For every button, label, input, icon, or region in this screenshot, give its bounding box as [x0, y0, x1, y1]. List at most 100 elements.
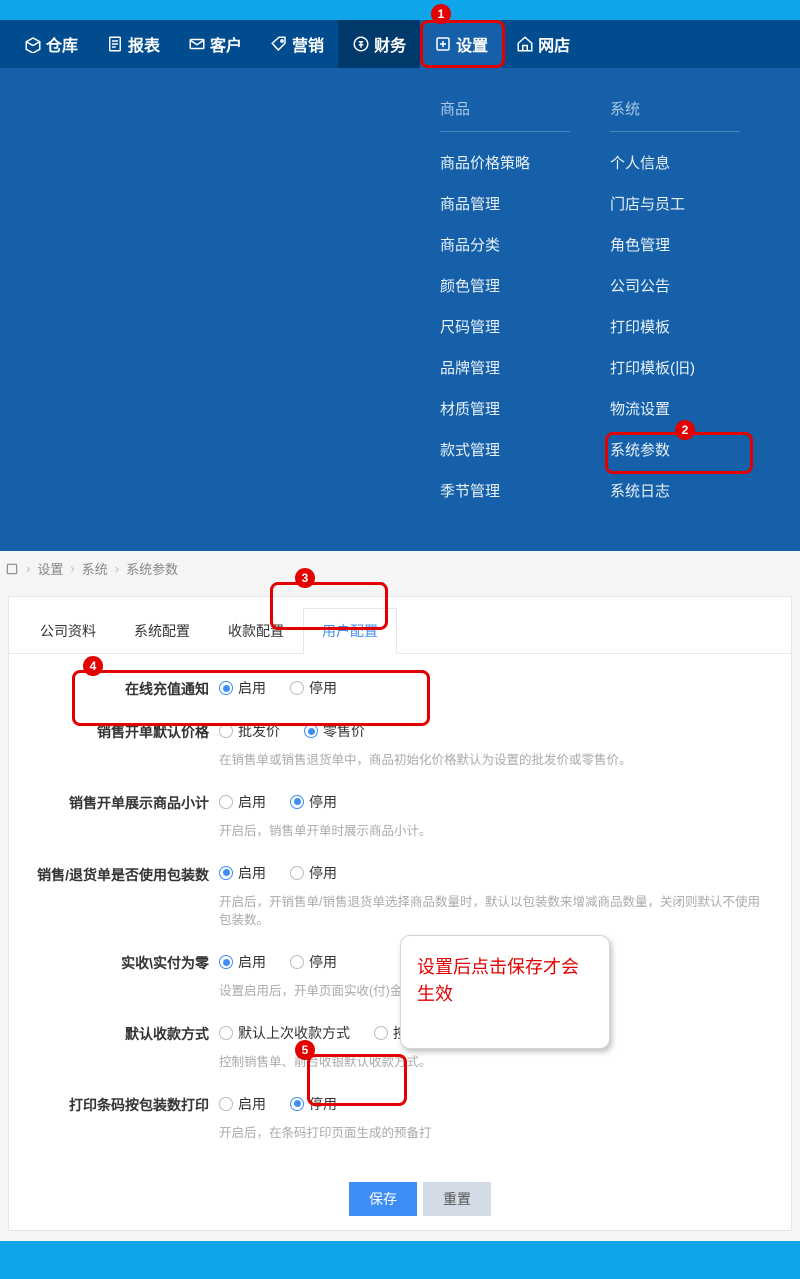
breadcrumb-item[interactable]: 系统 [82, 559, 108, 578]
radio-disable[interactable]: 停用 [290, 863, 337, 883]
nav-marketing[interactable]: 营销 [256, 20, 338, 68]
radio-icon [219, 1026, 233, 1040]
mega-item[interactable]: 打印模板 [610, 316, 780, 337]
radio-label: 启用 [238, 792, 266, 812]
radio-icon [219, 795, 233, 809]
radio-icon [290, 866, 304, 880]
mega-item[interactable]: 季节管理 [440, 480, 610, 501]
reset-button[interactable]: 重置 [423, 1182, 491, 1216]
cube-icon [24, 35, 42, 53]
radio-enable[interactable]: 启用 [219, 1094, 266, 1114]
radio-disable[interactable]: 停用 [290, 792, 337, 812]
radio-icon [290, 1097, 304, 1111]
radio-label: 停用 [309, 1094, 337, 1114]
radio-wholesale[interactable]: 批发价 [219, 721, 280, 741]
mega-item[interactable]: 商品价格策略 [440, 152, 610, 173]
mega-item[interactable]: 角色管理 [610, 234, 780, 255]
row-hint: 在销售单或销售退货单中，商品初始化价格默认为设置的批发价或零售价。 [219, 751, 771, 770]
row-hint: 开启后，在条码打印页面生成的预备打 [219, 1124, 771, 1143]
nav-label: 财务 [374, 32, 406, 56]
radio-disable[interactable]: 停用 [290, 1094, 337, 1114]
row-recharge-notify: 在线充值通知 启用 停用 [29, 678, 771, 699]
radio-disable[interactable]: 停用 [290, 678, 337, 698]
nav-label: 网店 [538, 32, 570, 56]
document-icon [106, 35, 124, 53]
mega-item[interactable]: 尺码管理 [440, 316, 610, 337]
tab-bar: 公司资料 系统配置 收款配置 用户配置 [9, 597, 791, 654]
mega-item[interactable]: 物流设置 [610, 398, 780, 419]
save-button[interactable]: 保存 [349, 1182, 417, 1216]
radio-enable[interactable]: 启用 [219, 678, 266, 698]
row-barcode-package: 打印条码按包装数打印 启用 停用 开启后，在条码打印页面生成的预备打 [29, 1094, 771, 1143]
radio-icon [290, 795, 304, 809]
mega-col-goods: 商品 商品价格策略 商品管理 商品分类 颜色管理 尺码管理 品牌管理 材质管理 … [440, 98, 610, 521]
mega-item[interactable]: 打印模板(旧) [610, 357, 780, 378]
radio-icon [219, 955, 233, 969]
mega-item[interactable]: 商品管理 [440, 193, 610, 214]
radio-icon [290, 955, 304, 969]
radio-last-payment[interactable]: 默认上次收款方式 [219, 1023, 350, 1043]
tab-company[interactable]: 公司资料 [21, 608, 115, 654]
radio-icon [304, 724, 318, 738]
radio-label: 启用 [238, 1094, 266, 1114]
main-nav: 仓库 报表 客户 营销 财务 [0, 20, 800, 68]
tab-payment[interactable]: 收款配置 [209, 608, 303, 654]
radio-retail[interactable]: 零售价 [304, 721, 365, 741]
tab-system[interactable]: 系统配置 [115, 608, 209, 654]
radio-enable[interactable]: 启用 [219, 792, 266, 812]
row-hint: 控制销售单、前台收银默认收款方式。 [219, 1053, 771, 1072]
radio-label: 批发价 [238, 721, 280, 741]
home-icon [516, 35, 534, 53]
settings-form: 在线充值通知 启用 停用 销售开单默认价格 批发价 零售价 [9, 654, 791, 1174]
button-row: 保存 重置 [9, 1174, 791, 1230]
nav-report[interactable]: 报表 [92, 20, 174, 68]
nav-settings[interactable]: 设置 [420, 20, 502, 68]
tab-user[interactable]: 用户配置 [303, 608, 397, 654]
mail-icon [188, 35, 206, 53]
mega-item[interactable]: 颜色管理 [440, 275, 610, 296]
chevron-right-icon: › [115, 561, 119, 576]
mega-item[interactable]: 系统日志 [610, 480, 780, 501]
mega-item[interactable]: 款式管理 [440, 439, 610, 460]
top-accent-bar [0, 0, 800, 20]
bottom-accent-bar [0, 1241, 800, 1279]
radio-label: 停用 [309, 952, 337, 972]
radio-label: 零售价 [323, 721, 365, 741]
radio-icon [374, 1026, 388, 1040]
breadcrumb-icon [5, 562, 19, 576]
mega-item-system-params[interactable]: 系统参数 [610, 439, 780, 460]
mega-item[interactable]: 公司公告 [610, 275, 780, 296]
mega-item[interactable]: 材质管理 [440, 398, 610, 419]
radio-label: 停用 [309, 678, 337, 698]
row-label: 销售开单默认价格 [29, 721, 219, 770]
radio-enable[interactable]: 启用 [219, 863, 266, 883]
settings-icon [434, 35, 452, 53]
nav-label: 报表 [128, 32, 160, 56]
nav-customer[interactable]: 客户 [174, 20, 256, 68]
breadcrumb-item[interactable]: 设置 [37, 559, 63, 578]
nav-warehouse[interactable]: 仓库 [10, 20, 92, 68]
radio-icon [219, 866, 233, 880]
nav-finance[interactable]: 财务 [338, 20, 420, 68]
breadcrumb-item[interactable]: 系统参数 [126, 559, 178, 578]
radio-label: 启用 [238, 678, 266, 698]
mega-col-title: 系统 [610, 98, 740, 132]
settings-card: 公司资料 系统配置 收款配置 用户配置 在线充值通知 启用 停用 销售开 [8, 596, 792, 1231]
mega-item[interactable]: 商品分类 [440, 234, 610, 255]
callout-tip: 设置后点击保存才会生效 [400, 935, 610, 1049]
row-show-subtotal: 销售开单展示商品小计 启用 停用 开启后，销售单开单时展示商品小计。 [29, 792, 771, 841]
radio-icon [219, 681, 233, 695]
radio-icon [219, 1097, 233, 1111]
radio-disable[interactable]: 停用 [290, 952, 337, 972]
coin-icon [352, 35, 370, 53]
radio-label: 默认上次收款方式 [238, 1023, 350, 1043]
row-hint: 开启后，销售单开单时展示商品小计。 [219, 822, 771, 841]
radio-enable[interactable]: 启用 [219, 952, 266, 972]
settings-dropdown: 商品 商品价格策略 商品管理 商品分类 颜色管理 尺码管理 品牌管理 材质管理 … [0, 68, 800, 551]
mega-item[interactable]: 个人信息 [610, 152, 780, 173]
nav-shop[interactable]: 网店 [502, 20, 584, 68]
row-label: 默认收款方式 [29, 1023, 219, 1072]
mega-col-system: 系统 个人信息 门店与员工 角色管理 公司公告 打印模板 打印模板(旧) 物流设… [610, 98, 780, 521]
mega-item[interactable]: 品牌管理 [440, 357, 610, 378]
mega-item[interactable]: 门店与员工 [610, 193, 780, 214]
